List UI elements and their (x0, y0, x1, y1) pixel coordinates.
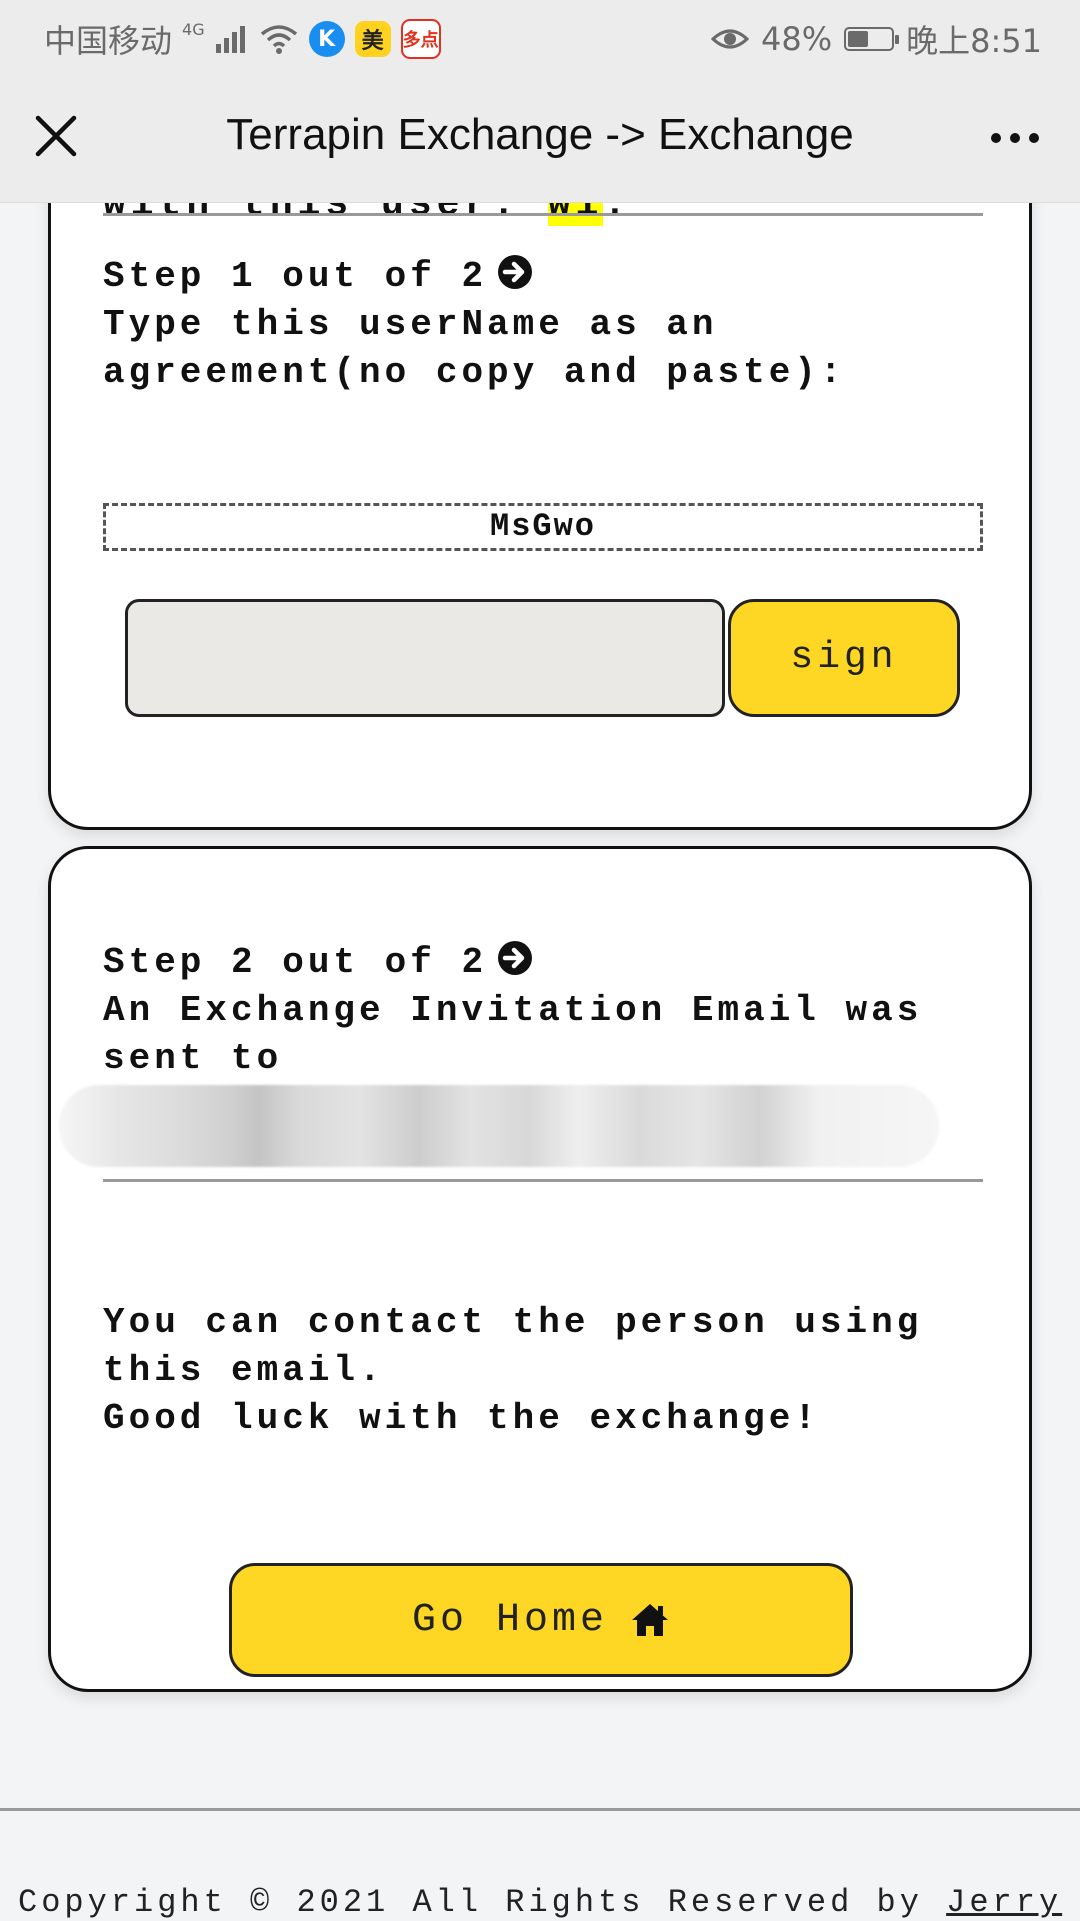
step-1-label: Step 1 out of 2 (103, 256, 488, 297)
step-2-label: Step 2 out of 2 (103, 942, 488, 983)
step-2-block: Step 2 out of 2 An Exchange Invitation E… (103, 939, 993, 1083)
author-link[interactable]: Jerry (946, 1884, 1062, 1921)
close-icon (35, 115, 77, 157)
go-home-button[interactable]: Go Home (229, 1563, 853, 1677)
app-notification-icon: 美 (354, 21, 391, 57)
close-button[interactable] (26, 106, 86, 166)
signing-card: with this user: wi. Step 1 out of 2 Type… (48, 120, 1032, 830)
battery-icon (844, 27, 900, 51)
more-icon (1010, 133, 1020, 143)
message-line: this email. (103, 1350, 385, 1391)
status-left: 中国移动 4G K 美 多点 (44, 16, 441, 62)
battery-level (848, 31, 869, 47)
go-home-label: Go Home (411, 1597, 609, 1643)
step-1-block: Step 1 out of 2 Type this userName as an… (103, 253, 993, 397)
network-type: 4G (182, 19, 205, 39)
more-options-button[interactable] (980, 108, 1050, 168)
copyright-text: Copyright © 2021 All Rights Reserved by (18, 1884, 947, 1921)
title-bar: Terrapin Exchange -> Exchange (0, 74, 1080, 203)
status-bar: 中国移动 4G K 美 多点 48% 晚上8:51 (0, 0, 1080, 74)
message-line: You can contact the person using (103, 1302, 923, 1343)
home-icon (632, 1604, 669, 1636)
status-time: 晚上8:51 (906, 22, 1042, 60)
invitation-card: Step 2 out of 2 An Exchange Invitation E… (48, 846, 1032, 1692)
username-to-type: MsGwo (103, 503, 983, 551)
carrier-name: 中国移动 (44, 22, 173, 60)
footer-copyright: Copyright © 2021 All Rights Reserved by … (18, 1884, 1062, 1921)
page-content: with this user: wi. Step 1 out of 2 Type… (0, 0, 1080, 1921)
divider (103, 213, 983, 216)
sign-button[interactable]: sign (728, 599, 960, 717)
signal-icon (215, 26, 245, 53)
eye-icon (711, 29, 749, 49)
step-1-instruction: Type this userName as an agreement(no co… (103, 304, 846, 393)
more-icon (991, 133, 1001, 143)
invitation-sent-text: An Exchange Invitation Email was sent to (103, 990, 923, 1079)
more-icon (1029, 133, 1039, 143)
page-title: Terrapin Exchange -> Exchange (226, 110, 854, 159)
arrow-circle-right-icon (498, 941, 533, 975)
contact-message: You can contact the person using this em… (103, 1299, 993, 1443)
username-agreement-input[interactable] (125, 599, 725, 717)
wifi-icon (260, 25, 297, 54)
footer-divider (0, 1808, 1080, 1811)
status-right: 48% 晚上8:51 (711, 16, 1042, 62)
divider (103, 1179, 983, 1182)
app-notification-icon: 多点 (400, 19, 441, 59)
redacted-email (59, 1085, 939, 1167)
message-line: Good luck with the exchange! (103, 1398, 820, 1439)
arrow-circle-right-icon (498, 255, 533, 289)
battery-percent: 48% (761, 20, 833, 58)
app-notification-icon: K (308, 21, 345, 57)
